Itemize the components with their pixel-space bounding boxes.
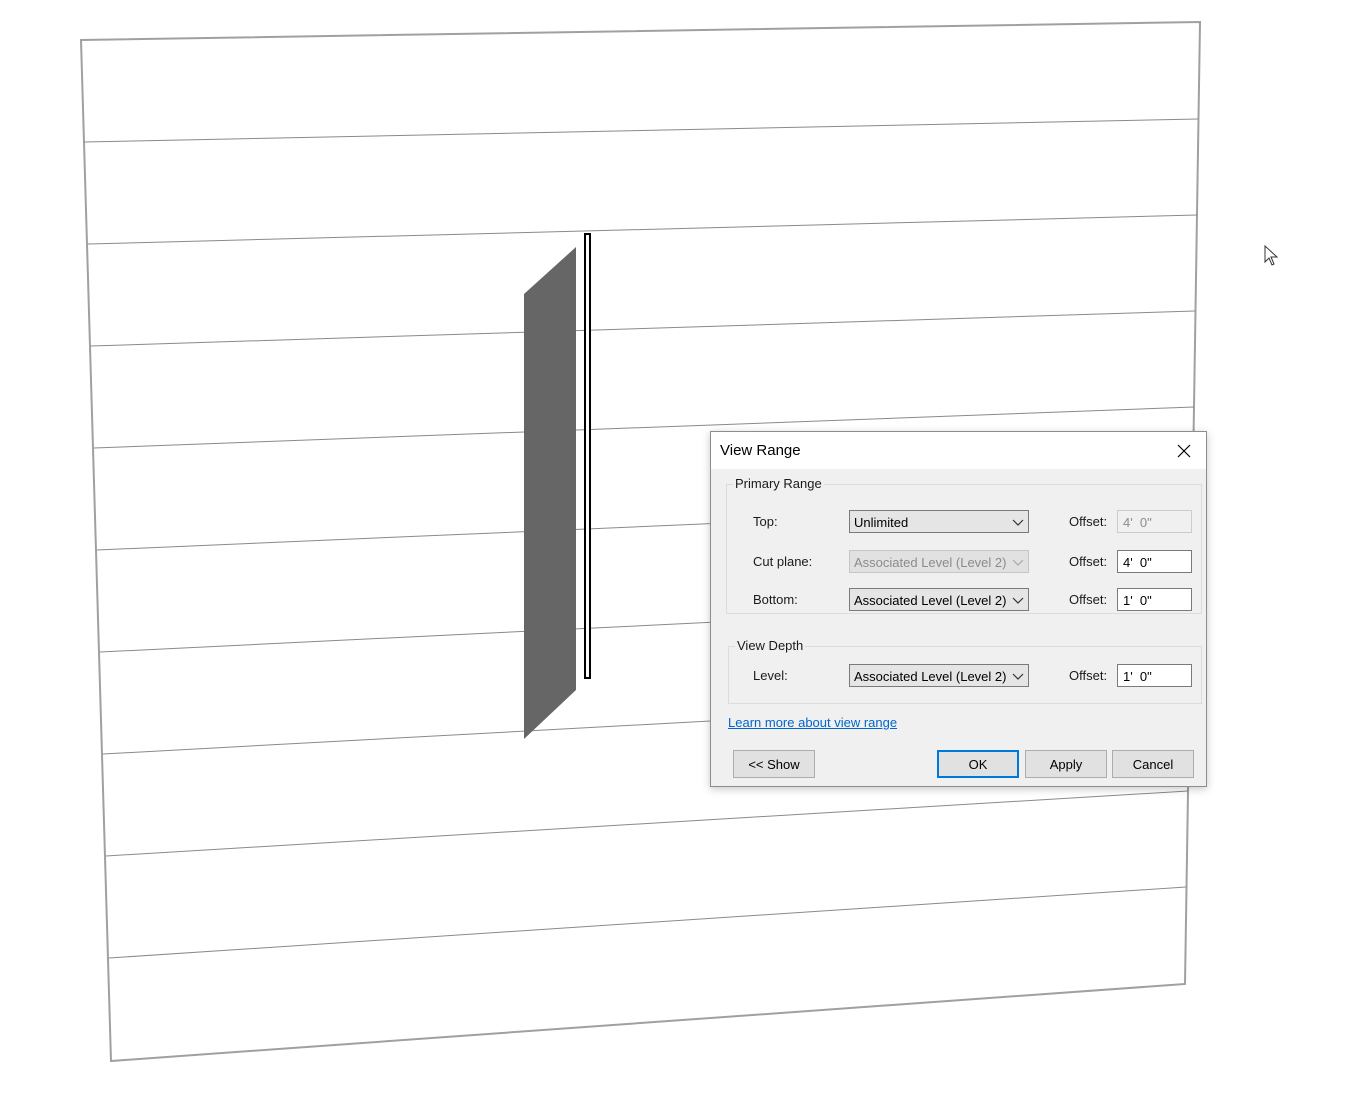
- top-offset-label: Offset:: [1069, 514, 1108, 529]
- cut-plane-offset-label: Offset:: [1069, 554, 1108, 569]
- dialog-title: View Range: [720, 442, 801, 459]
- top-level-value: Unlimited: [854, 515, 909, 530]
- level-line: [87, 214, 1198, 245]
- bottom-offset-field[interactable]: 1' 0": [1117, 588, 1192, 611]
- bottom-label: Bottom:: [753, 592, 798, 607]
- depth-offset-value: 1' 0": [1123, 669, 1152, 684]
- cut-plane-label: Cut plane:: [753, 554, 813, 569]
- level-line: [83, 118, 1199, 143]
- view-depth-label: View Depth: [735, 638, 806, 653]
- chevron-down-icon: [1012, 597, 1024, 604]
- bottom-offset-value: 1' 0": [1123, 593, 1152, 608]
- top-label: Top:: [753, 514, 778, 529]
- depth-offset-field[interactable]: 1' 0": [1117, 664, 1192, 687]
- section-box-edge[interactable]: [584, 233, 591, 679]
- cut-plane-level-select: Associated Level (Level 2): [849, 550, 1029, 573]
- view-range-dialog: View Range Primary Range Top: Unlimited …: [710, 431, 1207, 787]
- wall-element[interactable]: [524, 247, 576, 739]
- cut-plane-level-value: Associated Level (Level 2): [854, 555, 1007, 570]
- level-line: [90, 310, 1196, 347]
- bottom-level-value: Associated Level (Level 2): [854, 593, 1007, 608]
- cancel-button[interactable]: Cancel: [1112, 750, 1194, 778]
- chevron-down-icon: [1012, 559, 1024, 566]
- primary-range-label: Primary Range: [733, 476, 824, 491]
- dialog-titlebar[interactable]: View Range: [711, 432, 1206, 469]
- chevron-down-icon: [1012, 519, 1024, 526]
- depth-level-value: Associated Level (Level 2): [854, 669, 1007, 684]
- ok-button[interactable]: OK: [937, 750, 1019, 778]
- level-line: [108, 886, 1187, 959]
- cut-plane-offset-field[interactable]: 4' 0": [1117, 550, 1192, 573]
- close-button[interactable]: [1162, 432, 1206, 469]
- depth-level-select[interactable]: Associated Level (Level 2): [849, 664, 1029, 687]
- level-line: [105, 790, 1189, 857]
- apply-button[interactable]: Apply: [1025, 750, 1107, 778]
- depth-offset-label: Offset:: [1069, 668, 1108, 683]
- close-icon: [1177, 444, 1191, 457]
- top-offset-value: 4' 0": [1123, 515, 1152, 530]
- top-offset-field: 4' 0": [1117, 510, 1192, 533]
- depth-level-label: Level:: [753, 668, 788, 683]
- chevron-down-icon: [1012, 673, 1024, 680]
- learn-more-link[interactable]: Learn more about view range: [728, 715, 897, 730]
- mouse-pointer-icon: [1264, 245, 1279, 266]
- show-button[interactable]: << Show: [733, 750, 815, 778]
- cut-plane-offset-value: 4' 0": [1123, 555, 1152, 570]
- bottom-offset-label: Offset:: [1069, 592, 1108, 607]
- bottom-level-select[interactable]: Associated Level (Level 2): [849, 588, 1029, 611]
- top-level-select[interactable]: Unlimited: [849, 510, 1029, 533]
